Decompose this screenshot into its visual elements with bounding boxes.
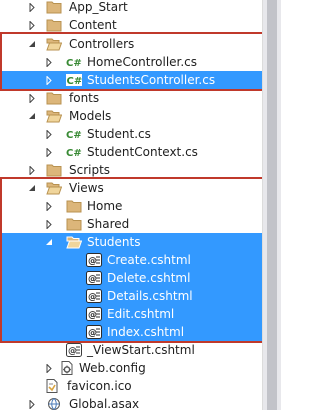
svg-text:C#: C# — [66, 130, 82, 141]
tree-item-index-cshtml[interactable]: @ Index.cshtml — [0, 323, 262, 341]
expand-arrow-icon[interactable] — [43, 215, 55, 233]
tree-item-home-controller[interactable]: C# HomeController.cs — [0, 53, 262, 71]
tree-item-label: Content — [69, 18, 117, 32]
expand-arrow-icon[interactable] — [26, 161, 38, 179]
svg-text:@: @ — [88, 293, 97, 303]
tree-item-label: Scripts — [69, 163, 111, 177]
svg-text:C#: C# — [66, 58, 82, 69]
folder-icon — [66, 216, 82, 232]
tree-item-label: fonts — [69, 91, 100, 105]
tree-item-label: StudentContext.cs — [87, 145, 198, 159]
expand-arrow-icon[interactable] — [43, 197, 55, 215]
svg-text:C#: C# — [67, 76, 83, 87]
tree-item-label: HomeController.cs — [87, 55, 198, 69]
tree-item-global-asax[interactable]: Global.asax — [0, 395, 262, 413]
tree-item-label: Views — [69, 181, 104, 195]
tree-item-label: Home — [87, 199, 123, 213]
folder-icon — [46, 90, 62, 106]
tree-item-label: Controllers — [69, 37, 135, 51]
vertical-scrollbar[interactable] — [262, 0, 281, 410]
tree-item-views-students[interactable]: Students — [0, 233, 262, 251]
tree-item-edit-cshtml[interactable]: @ Edit.cshtml — [0, 305, 262, 323]
tree-item-label: Students — [87, 235, 141, 249]
csharp-file-icon: C# — [66, 144, 82, 160]
tree-item-student-cs[interactable]: C# Student.cs — [0, 125, 262, 143]
svg-text:@: @ — [68, 347, 77, 357]
tree-item-label: favicon.ico — [67, 379, 132, 393]
csharp-file-icon: C# — [66, 54, 82, 70]
cshtml-file-icon: @ — [86, 306, 102, 322]
svg-text:C#: C# — [66, 148, 82, 159]
tree-item-controllers[interactable]: Controllers — [0, 35, 262, 53]
folder-open-icon — [46, 36, 62, 52]
cshtml-file-icon: @ — [86, 270, 102, 286]
expand-arrow-icon[interactable] — [43, 71, 55, 89]
expand-arrow-icon[interactable] — [43, 53, 55, 71]
folder-open-icon — [46, 180, 62, 196]
tree-item-web-config[interactable]: Web.config — [0, 359, 262, 377]
tree-item-label: Index.cshtml — [107, 325, 185, 339]
tree-item-viewstart-cshtml[interactable]: @ _ViewStart.cshtml — [0, 341, 262, 359]
expand-arrow-icon[interactable] — [26, 89, 38, 107]
svg-text:@: @ — [88, 311, 97, 321]
tree-item-fonts[interactable]: fonts — [0, 89, 262, 107]
solution-explorer-tree: App_Start Content Controllers C# HomeCon… — [0, 0, 264, 413]
tree-item-label: Create.cshtml — [107, 253, 191, 267]
tree-item-student-context[interactable]: C# StudentContext.cs — [0, 143, 262, 161]
tree-item-label: App_Start — [69, 0, 128, 14]
tree-item-students-controller[interactable]: C# StudentsController.cs — [0, 71, 262, 89]
tree-item-label: Details.cshtml — [107, 289, 193, 303]
tree-item-content[interactable]: Content — [0, 16, 262, 34]
tree-item-label: StudentsController.cs — [87, 73, 216, 87]
tree-item-scripts[interactable]: Scripts — [0, 161, 262, 179]
cshtml-file-icon: @ — [86, 324, 102, 340]
folder-icon — [46, 17, 62, 33]
scrollbar-thumb[interactable] — [267, 0, 277, 410]
tree-item-views-shared[interactable]: Shared — [0, 215, 262, 233]
collapse-arrow-icon[interactable] — [26, 107, 38, 125]
cshtml-file-icon: @ — [66, 342, 82, 358]
folder-open-icon — [46, 108, 62, 124]
expand-arrow-icon[interactable] — [26, 16, 38, 34]
csharp-file-icon: C# — [66, 72, 82, 88]
collapse-arrow-icon[interactable] — [26, 35, 38, 53]
favicon-file-icon — [44, 378, 60, 394]
collapse-arrow-icon[interactable] — [26, 179, 38, 197]
tree-item-label: Shared — [87, 217, 130, 231]
tree-item-label: Models — [69, 109, 112, 123]
expand-arrow-icon[interactable] — [26, 0, 38, 16]
tree-item-label: Global.asax — [69, 397, 140, 411]
tree-item-delete-cshtml[interactable]: @ Delete.cshtml — [0, 269, 262, 287]
tree-item-label: Web.config — [79, 361, 146, 375]
tree-item-create-cshtml[interactable]: @ Create.cshtml — [0, 251, 262, 269]
folder-icon — [66, 198, 82, 214]
cshtml-file-icon: @ — [86, 252, 102, 268]
folder-open-icon — [66, 234, 82, 250]
folder-icon — [46, 0, 62, 15]
tree-item-label: Edit.cshtml — [107, 307, 175, 321]
svg-text:@: @ — [88, 257, 97, 267]
tree-item-label: Student.cs — [87, 127, 151, 141]
tree-item-label: _ViewStart.cshtml — [87, 343, 195, 357]
expand-arrow-icon[interactable] — [43, 359, 55, 377]
csharp-file-icon: C# — [66, 126, 82, 142]
tree-item-label: Delete.cshtml — [107, 271, 191, 285]
cshtml-file-icon: @ — [86, 288, 102, 304]
expand-arrow-icon[interactable] — [43, 143, 55, 161]
collapse-arrow-icon[interactable] — [43, 233, 55, 251]
tree-item-views-home[interactable]: Home — [0, 197, 262, 215]
tree-item-details-cshtml[interactable]: @ Details.cshtml — [0, 287, 262, 305]
svg-text:@: @ — [88, 329, 97, 339]
expand-arrow-icon[interactable] — [26, 395, 38, 413]
tree-item-views[interactable]: Views — [0, 179, 262, 197]
svg-text:@: @ — [88, 275, 97, 285]
config-file-icon — [59, 360, 75, 376]
tree-item-models[interactable]: Models — [0, 107, 262, 125]
expand-arrow-icon[interactable] — [43, 125, 55, 143]
tree-item-app-start[interactable]: App_Start — [0, 0, 262, 16]
tree-item-favicon[interactable]: favicon.ico — [0, 377, 262, 395]
folder-icon — [46, 162, 62, 178]
